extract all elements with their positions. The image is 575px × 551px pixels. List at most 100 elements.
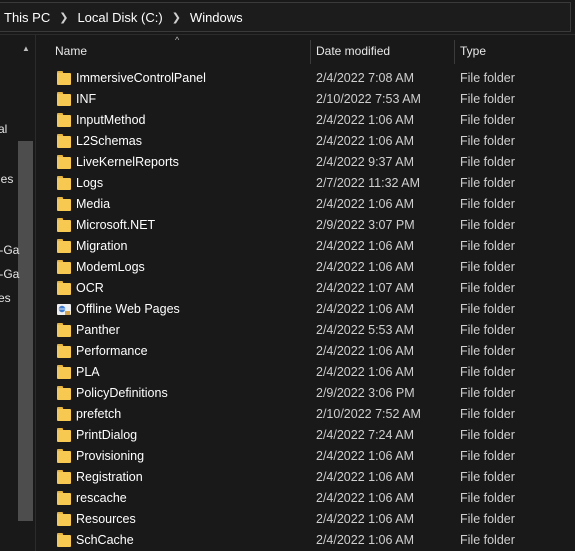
- column-date-label: Date modified: [316, 44, 391, 58]
- file-row[interactable]: PolicyDefinitions 2/9/2022 3:06 PM File fo…: [37, 383, 575, 404]
- column-type-label: Type: [460, 44, 487, 58]
- file-type: File folder: [460, 260, 515, 274]
- file-date-modified: 2/4/2022 7:08 AM: [316, 71, 414, 85]
- column-date-modified[interactable]: Date modified: [316, 35, 456, 67]
- file-type: File folder: [460, 155, 515, 169]
- file-row[interactable]: Microsoft.NET 2/9/2022 3:07 PM File folder: [37, 215, 575, 236]
- column-separator[interactable]: [310, 40, 311, 64]
- column-name[interactable]: Name: [55, 35, 305, 67]
- folder-icon: [57, 365, 71, 379]
- breadcrumb-local-disk[interactable]: Local Disk (C:): [73, 10, 166, 25]
- breadcrumb[interactable]: This PC ❯ Local Disk (C:) ❯ Windows: [0, 2, 571, 32]
- file-row[interactable]: prefetch 2/10/2022 7:52 AM File folder: [37, 404, 575, 425]
- file-row[interactable]: Panther 2/4/2022 5:53 AM File folder: [37, 320, 575, 341]
- column-type[interactable]: Type: [460, 35, 570, 67]
- file-name[interactable]: ModemLogs: [76, 257, 145, 278]
- chevron-right-icon[interactable]: ❯: [167, 11, 186, 24]
- file-row[interactable]: Media 2/4/2022 1:06 AM File folder: [37, 194, 575, 215]
- file-name[interactable]: OCR: [76, 278, 104, 299]
- file-name[interactable]: SchCache: [76, 530, 134, 551]
- file-name[interactable]: Migration: [76, 236, 127, 257]
- file-row[interactable]: L2Schemas 2/4/2022 1:06 AM File folder: [37, 131, 575, 152]
- file-date-modified: 2/4/2022 5:53 AM: [316, 323, 414, 337]
- folder-icon: [57, 155, 71, 169]
- folder-icon: [57, 470, 71, 484]
- file-type: File folder: [460, 197, 515, 211]
- file-type: File folder: [460, 407, 515, 421]
- file-name[interactable]: PrintDialog: [76, 425, 137, 446]
- file-row[interactable]: ImmersiveControlPanel 2/4/2022 7:08 AM Fil…: [37, 68, 575, 89]
- file-name[interactable]: PolicyDefinitions: [76, 383, 168, 404]
- file-type: File folder: [460, 491, 515, 505]
- folder-icon: [57, 512, 71, 526]
- file-type: File folder: [460, 386, 515, 400]
- file-row[interactable]: InputMethod 2/4/2022 1:06 AM File folder: [37, 110, 575, 131]
- file-date-modified: 2/4/2022 1:06 AM: [316, 491, 414, 505]
- file-name[interactable]: Resources: [76, 509, 136, 530]
- file-row[interactable]: Resources 2/4/2022 1:06 AM File folder: [37, 509, 575, 530]
- file-date-modified: 2/7/2022 11:32 AM: [316, 176, 421, 190]
- file-row[interactable]: LiveKernelReports 2/4/2022 9:37 AM File fo…: [37, 152, 575, 173]
- file-date-modified: 2/4/2022 1:07 AM: [316, 281, 414, 295]
- file-name[interactable]: Registration: [76, 467, 143, 488]
- nav-scrollbar-thumb[interactable]: [18, 141, 33, 521]
- nav-item[interactable]: t-Ga: [0, 243, 19, 257]
- file-type: File folder: [460, 281, 515, 295]
- file-date-modified: 2/4/2022 1:06 AM: [316, 365, 414, 379]
- folder-icon: [57, 344, 71, 358]
- file-date-modified: 2/4/2022 1:06 AM: [316, 197, 414, 211]
- file-name[interactable]: LiveKernelReports: [76, 152, 179, 173]
- file-row[interactable]: INF 2/10/2022 7:53 AM File folder: [37, 89, 575, 110]
- column-separator[interactable]: [454, 40, 455, 64]
- folder-icon: [57, 176, 71, 190]
- file-name[interactable]: Performance: [76, 341, 148, 362]
- file-name[interactable]: L2Schemas: [76, 131, 142, 152]
- file-row[interactable]: Provisioning 2/4/2022 1:06 AM File folder: [37, 446, 575, 467]
- file-name[interactable]: prefetch: [76, 404, 121, 425]
- file-name[interactable]: ImmersiveControlPanel: [76, 68, 206, 89]
- nav-item[interactable]: es: [0, 291, 11, 305]
- file-row[interactable]: PrintDialog 2/4/2022 7:24 AM File folder: [37, 425, 575, 446]
- file-name[interactable]: Panther: [76, 320, 120, 341]
- file-name[interactable]: Offline Web Pages: [76, 299, 180, 320]
- file-row[interactable]: Logs 2/7/2022 11:32 AM File folder: [37, 173, 575, 194]
- folder-icon: [57, 323, 71, 337]
- file-name[interactable]: Logs: [76, 173, 103, 194]
- column-name-label: Name: [55, 44, 88, 58]
- file-row[interactable]: Offline Web Pages 2/4/2022 1:06 AM File fo…: [37, 299, 575, 320]
- file-name[interactable]: rescache: [76, 488, 127, 509]
- file-type: File folder: [460, 365, 515, 379]
- file-type: File folder: [460, 113, 515, 127]
- folder-icon: [57, 407, 71, 421]
- file-row[interactable]: Migration 2/4/2022 1:06 AM File folder: [37, 236, 575, 257]
- file-name[interactable]: InputMethod: [76, 110, 146, 131]
- folder-icon: [57, 449, 71, 463]
- nav-item[interactable]: les: [0, 172, 13, 186]
- file-row[interactable]: rescache 2/4/2022 1:06 AM File folder: [37, 488, 575, 509]
- file-name[interactable]: Provisioning: [76, 446, 144, 467]
- file-name[interactable]: PLA: [76, 362, 100, 383]
- breadcrumb-this-pc[interactable]: This PC: [0, 10, 54, 25]
- nav-item[interactable]: al: [0, 122, 7, 136]
- file-row[interactable]: OCR 2/4/2022 1:07 AM File folder: [37, 278, 575, 299]
- scroll-up-arrow-icon[interactable]: ▲: [22, 44, 30, 53]
- file-name[interactable]: INF: [76, 89, 96, 110]
- file-row[interactable]: Registration 2/4/2022 1:06 AM File folder: [37, 467, 575, 488]
- file-row[interactable]: SchCache 2/4/2022 1:06 AM File folder: [37, 530, 575, 551]
- folder-icon: [57, 260, 71, 274]
- breadcrumb-windows[interactable]: Windows: [186, 10, 247, 25]
- file-name[interactable]: Media: [76, 194, 110, 215]
- file-type: File folder: [460, 71, 515, 85]
- chevron-right-icon[interactable]: ❯: [54, 11, 73, 24]
- file-date-modified: 2/4/2022 1:06 AM: [316, 512, 414, 526]
- file-date-modified: 2/9/2022 3:07 PM: [316, 218, 415, 232]
- file-date-modified: 2/10/2022 7:52 AM: [316, 407, 421, 421]
- file-name[interactable]: Microsoft.NET: [76, 215, 155, 236]
- file-row[interactable]: PLA 2/4/2022 1:06 AM File folder: [37, 362, 575, 383]
- file-type: File folder: [460, 428, 515, 442]
- file-type: File folder: [460, 449, 515, 463]
- file-row[interactable]: ModemLogs 2/4/2022 1:06 AM File folder: [37, 257, 575, 278]
- file-row[interactable]: Performance 2/4/2022 1:06 AM File folder: [37, 341, 575, 362]
- pane-divider[interactable]: [35, 35, 36, 551]
- nav-item[interactable]: t-Ga: [0, 267, 19, 281]
